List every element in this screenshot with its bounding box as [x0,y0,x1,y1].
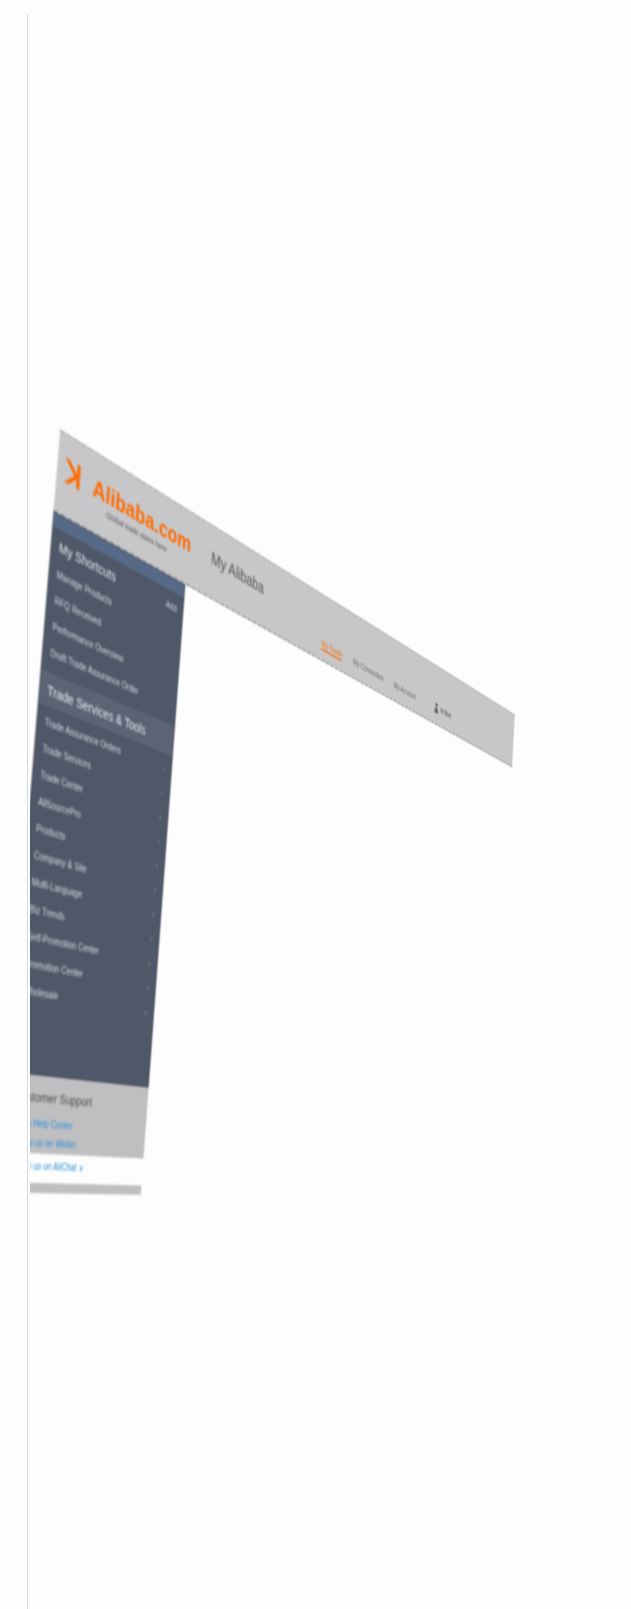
page-left-guide-line [27,14,28,1609]
chevron-right-icon: › [155,859,159,872]
user-menu[interactable]: Hi Bert [434,702,451,722]
sidebar-item-label: Biz Trends [30,904,66,924]
customer-support-panel: Customer Support Go to Help Center Follo… [30,1072,149,1195]
perspective-stage: ꓘ Alibaba.com Global trade starts here M… [30,0,631,1609]
tab-my-connection[interactable]: My Connection [353,657,384,685]
tab-my-trade[interactable]: My Trade [321,638,343,662]
chevron-right-icon: › [157,835,161,847]
page-title: My Alibaba [210,548,265,599]
chevron-right-icon: › [160,787,164,799]
tilted-alibaba-page: ꓘ Alibaba.com Global trade starts here M… [30,429,515,1196]
chevron-right-icon: › [148,957,152,969]
sidebar-item-label: Promotion Center [30,958,84,981]
user-greeting: Hi Bert [440,706,452,721]
user-avatar-icon [434,702,438,715]
tab-my-account[interactable]: My Account [393,681,416,703]
sidebar: My Shortcuts Add Manage Products RFQ Rec… [30,511,186,1088]
chevron-right-icon: › [153,883,157,896]
sidebar-item-label: Wholesale [30,985,59,1003]
chevron-right-icon: › [146,982,150,994]
add-shortcut-button[interactable]: Add [166,599,177,614]
chevron-right-icon: › [149,932,153,945]
chevron-right-icon: › [144,1006,148,1019]
header-tabs: My Trade My Connection My Account [321,638,416,703]
follow-alichat-link[interactable]: Follow us on AliChat ∨ [30,1151,144,1186]
chevron-right-icon: › [151,908,155,920]
chevron-right-icon: › [158,811,162,823]
sidebar-item-label: Products [35,823,66,844]
chevron-right-icon: › [162,763,166,775]
